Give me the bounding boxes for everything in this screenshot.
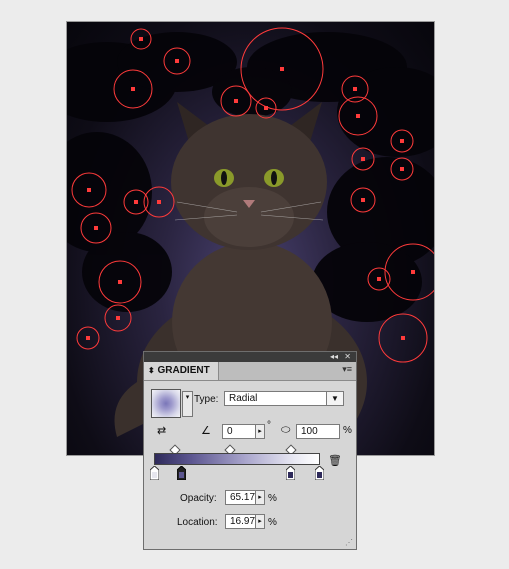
gradient-slider[interactable] <box>154 453 320 465</box>
tab-gradient[interactable]: ⬍ GRADIENT <box>144 362 219 380</box>
gradient-stop[interactable] <box>286 466 295 480</box>
panel-tab-row: ⬍ GRADIENT ▾≡ <box>144 362 356 381</box>
aspect-ratio-input[interactable]: 100 <box>296 424 340 439</box>
gradient-stop[interactable] <box>150 466 159 480</box>
panel-menu-icon[interactable]: ▾≡ <box>342 364 352 375</box>
panel-titlebar[interactable]: ◂◂ ✕ <box>144 352 356 362</box>
panel-title: GRADIENT <box>157 365 210 376</box>
type-select[interactable]: Radial <box>224 391 328 406</box>
aspect-percent: % <box>343 425 352 436</box>
chevron-down-icon[interactable]: ▼ <box>326 391 344 406</box>
reverse-gradient-icon[interactable]: ⇄ <box>157 424 166 437</box>
angle-stepper[interactable]: ▸ <box>255 424 265 439</box>
angle-icon: ∠ <box>201 425 211 437</box>
tab-collapse-icon[interactable]: ⬍ <box>148 366 155 375</box>
close-icon[interactable]: ✕ <box>344 352 351 362</box>
location-input[interactable]: 16.97 <box>225 514 256 529</box>
location-label: Location: <box>177 517 218 528</box>
gradient-stop-selected[interactable] <box>177 466 186 480</box>
double-arrow-icon[interactable]: ◂◂ <box>330 352 338 362</box>
gradient-panel: ◂◂ ✕ ⬍ GRADIENT ▾≡ ▾ Type: Radial ▼ ⇄ ∠ … <box>143 351 357 550</box>
type-label: Type: <box>194 394 219 405</box>
location-stepper[interactable]: ▸ <box>255 514 265 529</box>
swatch-dropdown-button[interactable]: ▾ <box>182 391 193 417</box>
trash-icon[interactable]: 🗑 <box>328 454 342 467</box>
opacity-label: Opacity: <box>180 493 217 504</box>
gradient-swatch[interactable] <box>151 389 181 418</box>
angle-input[interactable]: 0 <box>222 424 256 439</box>
opacity-percent: % <box>268 493 277 504</box>
gradient-stop[interactable] <box>315 466 324 480</box>
opacity-stepper[interactable]: ▸ <box>255 490 265 505</box>
degree-symbol: ° <box>267 420 271 431</box>
opacity-input[interactable]: 65.17 <box>225 490 256 505</box>
resize-grip-icon[interactable]: ⋰ <box>345 538 353 547</box>
aspect-ratio-icon: ⬭ <box>281 424 291 436</box>
location-percent: % <box>268 517 277 528</box>
